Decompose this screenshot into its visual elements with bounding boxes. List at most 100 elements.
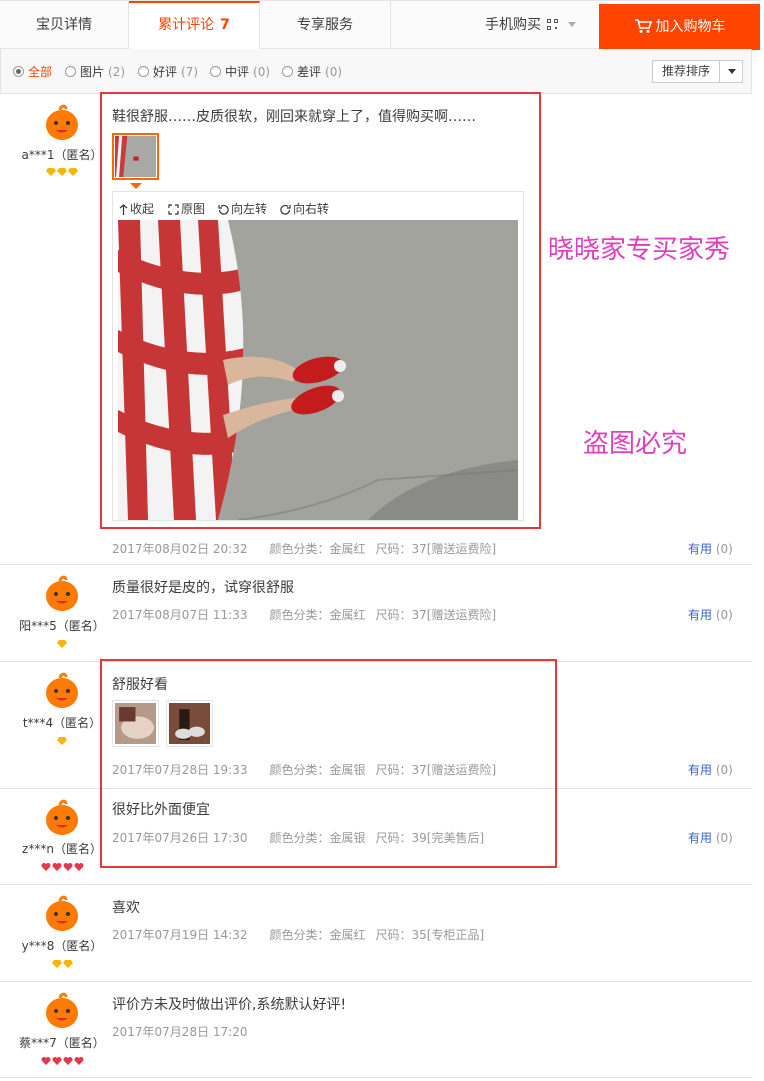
diamond-icon — [57, 737, 67, 745]
review-text: 评价方未及时做出评价,系统默认好评! — [112, 997, 347, 1013]
diamond-icon — [68, 168, 78, 176]
heart-icon — [52, 863, 61, 871]
mobile-buy[interactable]: 手机购买 — [485, 1, 576, 49]
avatar — [46, 799, 78, 835]
heart-icon — [63, 863, 72, 871]
avatar — [46, 672, 78, 708]
review-filter-bar: 全部 图片 (2) 好评 (7) 中评 (0) 差评 (0) 推荐排序 — [0, 49, 752, 94]
sku-size: 尺码：37[赠送运费险] — [375, 608, 497, 622]
sku-size: 尺码：37[赠送运费险] — [375, 542, 497, 556]
radio-icon — [282, 66, 293, 77]
mobile-buy-label: 手机购买 — [485, 17, 541, 33]
heart-icon — [52, 1057, 61, 1065]
filter-count: (0) — [253, 65, 271, 79]
cart-icon — [634, 19, 652, 33]
tab-label: 专享服务 — [297, 17, 353, 33]
useful-count: (0) — [715, 763, 733, 777]
review-date: 2017年08月02日 20:32 — [112, 542, 248, 556]
review-date: 2017年07月28日 17:20 — [112, 1025, 248, 1039]
review-date: 2017年07月19日 14:32 — [112, 928, 248, 942]
review-item: 蔡***7（匿名） 评价方未及时做出评价,系统默认好评! 2017年07月28日… — [0, 982, 752, 1078]
annotation-box — [100, 659, 557, 868]
useful-label: 有用 — [688, 608, 713, 622]
detail-tab-bar: 宝贝详情 累计评论 7 专享服务 手机购买 加入购物车 — [0, 0, 760, 50]
diamond-icon — [57, 640, 67, 648]
useful-button[interactable]: 有用 (0) — [688, 606, 733, 623]
useful-count: (0) — [715, 831, 733, 845]
diamond-icon — [57, 168, 67, 176]
filter-label: 全部 — [28, 65, 53, 79]
filter-label: 差评 — [297, 65, 322, 79]
reviewer-name: 蔡***7（匿名） — [19, 1036, 105, 1050]
sku-color: 颜色分类：金属红 — [269, 928, 366, 942]
heart-icon — [74, 863, 83, 871]
tab-services[interactable]: 专享服务 — [260, 1, 391, 49]
reviewer-name: y***8（匿名） — [21, 939, 103, 953]
filter-label: 好评 — [153, 65, 178, 79]
filter-all[interactable]: 全部 — [13, 63, 52, 80]
useful-button[interactable]: 有用 (0) — [688, 829, 733, 846]
useful-button[interactable]: 有用 (0) — [688, 761, 733, 778]
review-text: 喜欢 — [112, 900, 140, 916]
review-text: 质量很好是皮的，试穿很舒服 — [112, 580, 294, 596]
filter-neutral[interactable]: 中评 (0) — [210, 63, 270, 80]
filter-label: 中评 — [225, 65, 250, 79]
avatar — [46, 992, 78, 1028]
annotation-box — [100, 92, 541, 529]
heart-icon — [74, 1057, 83, 1065]
diamond-icon — [62, 960, 73, 968]
useful-label: 有用 — [688, 831, 713, 845]
chevron-down-icon — [728, 69, 736, 74]
review-date: 2017年08月07日 11:33 — [112, 608, 248, 622]
useful-label: 有用 — [688, 542, 713, 556]
useful-label: 有用 — [688, 763, 713, 777]
heart-icon — [41, 1057, 50, 1065]
filter-count: (0) — [325, 65, 343, 79]
filter-count: (7) — [181, 65, 199, 79]
avatar — [46, 575, 78, 611]
tab-reviews[interactable]: 累计评论 7 — [129, 1, 260, 50]
filter-negative[interactable]: 差评 (0) — [282, 63, 342, 80]
diamond-icon — [46, 168, 56, 176]
review-meta: 2017年08月02日 20:32 颜色分类：金属红 尺码：37[赠送运费险] — [112, 540, 496, 557]
useful-button[interactable]: 有用 (0) — [688, 540, 733, 557]
filter-pictures[interactable]: 图片 (2) — [65, 63, 125, 80]
diamond-icon — [51, 960, 62, 968]
heart-icon — [41, 863, 50, 871]
buyer-level-badges — [0, 959, 124, 969]
heart-icon — [63, 1057, 72, 1065]
chevron-down-icon — [568, 22, 576, 27]
filter-positive[interactable]: 好评 (7) — [138, 63, 198, 80]
filter-count: (2) — [108, 65, 126, 79]
filter-label: 图片 — [80, 65, 105, 79]
add-to-cart-button[interactable]: 加入购物车 — [599, 4, 760, 50]
radio-icon — [65, 66, 76, 77]
radio-icon — [13, 66, 24, 77]
buyer-level-badges — [0, 639, 124, 649]
useful-count: (0) — [715, 608, 733, 622]
review-meta: 2017年07月28日 17:20 — [112, 1023, 247, 1040]
sku-color: 颜色分类：金属红 — [269, 542, 366, 556]
sort-dropdown[interactable]: 推荐排序 — [652, 60, 743, 83]
avatar — [42, 103, 82, 143]
sort-label: 推荐排序 — [653, 61, 720, 82]
qrcode-icon — [547, 19, 558, 30]
radio-icon — [210, 66, 221, 77]
buyer-level-badges — [0, 1056, 124, 1066]
sku-color: 颜色分类：金属红 — [269, 608, 366, 622]
review-item: 阳***5（匿名） 质量很好是皮的，试穿很舒服 2017年08月07日 11:3… — [0, 565, 752, 662]
useful-count: (0) — [715, 542, 733, 556]
review-item: y***8（匿名） 喜欢 2017年07月19日 14:32 颜色分类：金属红 尺码… — [0, 885, 752, 982]
tab-label: 宝贝详情 — [36, 17, 92, 33]
avatar — [46, 895, 78, 931]
tab-item-details[interactable]: 宝贝详情 — [0, 1, 129, 49]
add-to-cart-label: 加入购物车 — [655, 19, 726, 35]
reviewer-name: 阳***5（匿名） — [19, 619, 105, 633]
overlay-caption: 盗图必究 — [583, 429, 688, 459]
radio-icon — [138, 66, 149, 77]
sku-size: 尺码：35[专柜正品] — [375, 928, 485, 942]
review-count: 7 — [220, 17, 230, 33]
overlay-caption: 晓晓家专买家秀 — [548, 235, 731, 265]
review-meta: 2017年08月07日 11:33 颜色分类：金属红 尺码：37[赠送运费险] — [112, 606, 496, 623]
tab-label: 累计评论 — [158, 17, 215, 33]
